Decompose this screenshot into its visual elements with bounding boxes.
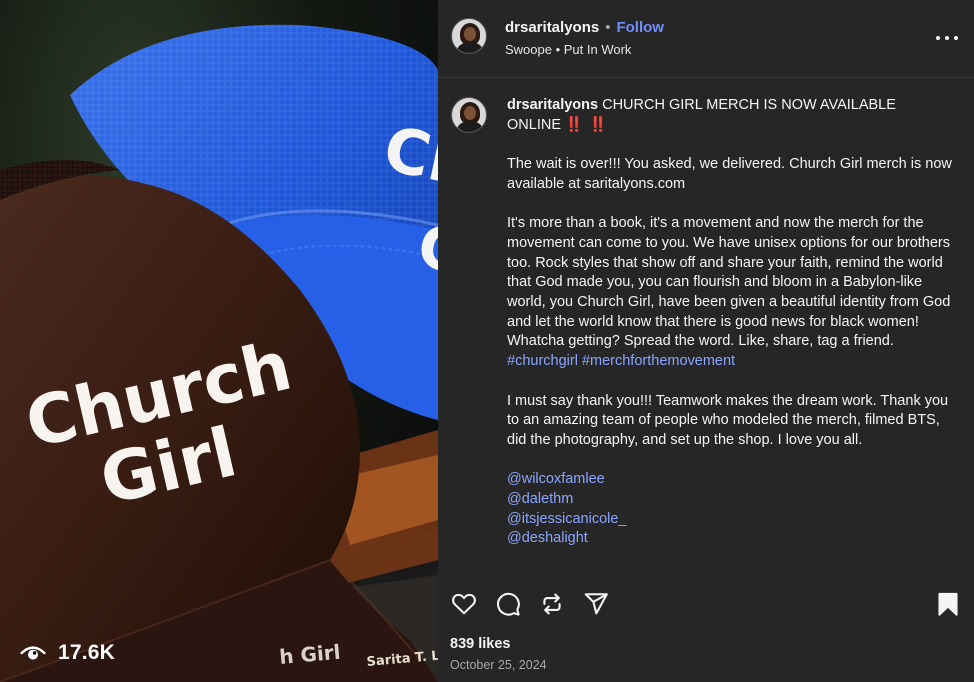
post-date[interactable]: October 25, 2024 <box>450 658 547 672</box>
repost-button[interactable] <box>538 590 566 618</box>
caption-paragraph-1: The wait is over!!! You asked, we delive… <box>507 156 952 192</box>
save-button[interactable] <box>934 590 962 618</box>
like-button[interactable] <box>450 590 478 618</box>
mentions-list: @wilcoxfamlee @dalethm @itsjessicanicole… <box>507 470 952 549</box>
caption-paragraph-3: I must say thank you!!! Teamwork makes t… <box>507 392 949 448</box>
bookmark-icon <box>938 592 958 616</box>
hashtag-link[interactable]: #merchforthemovement <box>582 353 735 369</box>
post-details-panel: drsaritalyons • Follow Swoope • Put In W… <box>438 0 974 682</box>
share-button[interactable] <box>582 590 610 618</box>
author-username[interactable]: drsaritalyons <box>505 19 599 36</box>
repost-icon <box>543 593 561 615</box>
post-caption: drsaritalyons CHURCH GIRL MERCH IS NOW A… <box>451 96 956 580</box>
author-avatar[interactable] <box>451 18 487 54</box>
post-actions-bar <box>450 590 962 618</box>
comment-icon <box>497 592 520 616</box>
separator-dot: • <box>605 19 611 36</box>
post-viewer: Ch G Church Girl h Girl Sarita T. Ly 17.… <box>0 0 974 682</box>
mention-link[interactable]: @dalethm <box>507 490 952 510</box>
comment-button[interactable] <box>494 590 522 618</box>
view-count-value: 17.6K <box>58 641 116 664</box>
hashtag-link[interactable]: #churchgirl <box>507 353 578 369</box>
caption-author-avatar[interactable] <box>451 97 487 133</box>
caption-headline: drsaritalyons CHURCH GIRL MERCH IS NOW A… <box>507 96 952 135</box>
post-image: Ch G Church Girl h Girl Sarita T. Ly <box>0 24 438 682</box>
mention-link[interactable]: @deshalight <box>507 529 952 549</box>
view-count: 17.6K <box>20 640 115 666</box>
eye-icon <box>20 646 46 660</box>
caption-username[interactable]: drsaritalyons <box>507 97 598 113</box>
likes-count[interactable]: 839 likes <box>450 636 510 652</box>
caption-paragraph-2-text: It's more than a book, it's a movement a… <box>507 215 951 350</box>
more-options-icon[interactable] <box>936 30 958 46</box>
follow-button[interactable]: Follow <box>616 19 664 36</box>
post-media[interactable]: Ch G Church Girl h Girl Sarita T. Ly 17.… <box>0 0 438 682</box>
send-icon <box>584 593 608 615</box>
caption-paragraph-2: It's more than a book, it's a movement a… <box>507 214 952 372</box>
mention-link[interactable]: @wilcoxfamlee <box>507 470 952 490</box>
audio-track-link[interactable]: Swoope • Put In Work <box>505 42 664 57</box>
post-header: drsaritalyons • Follow Swoope • Put In W… <box>438 0 974 78</box>
mention-link[interactable]: @itsjessicanicole_ <box>507 510 952 530</box>
double-exclamation-emoji: ‼️ ‼️ <box>565 116 609 133</box>
heart-icon <box>452 593 476 615</box>
